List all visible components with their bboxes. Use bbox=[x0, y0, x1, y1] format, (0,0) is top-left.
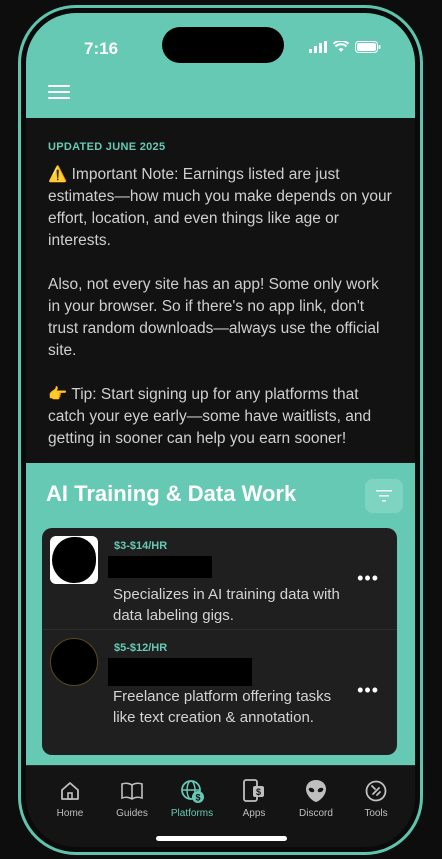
platform-logo bbox=[50, 638, 98, 686]
ai-training-section: AI Training & Data Work $3-$14/HR Specia… bbox=[26, 463, 415, 765]
platform-name-redacted bbox=[108, 556, 212, 578]
screen: 7:16 UPDATED JUNE 2025 ⚠️ Important Note… bbox=[26, 13, 415, 847]
intro-notice: UPDATED JUNE 2025 ⚠️ Important Note: Ear… bbox=[26, 118, 415, 463]
home-indicator[interactable] bbox=[156, 836, 287, 841]
tab-home[interactable]: Home bbox=[40, 778, 100, 819]
phone-bezel: 7:16 UPDATED JUNE 2025 ⚠️ Important Note… bbox=[21, 8, 420, 852]
phone-frame: 7:16 UPDATED JUNE 2025 ⚠️ Important Note… bbox=[18, 5, 423, 855]
tab-tools[interactable]: Tools bbox=[346, 778, 406, 819]
tab-label: Home bbox=[56, 808, 84, 819]
wifi-icon bbox=[333, 41, 349, 52]
header-bar: 7:16 bbox=[26, 13, 415, 118]
tab-label: Platforms bbox=[170, 808, 214, 819]
platform-description: Specializes in AI training data with dat… bbox=[113, 586, 340, 624]
status-icons bbox=[309, 41, 381, 53]
platform-logo bbox=[50, 536, 98, 584]
globe-dollar-icon: $ bbox=[181, 780, 204, 803]
section-title: AI Training & Data Work bbox=[46, 481, 297, 506]
app-note: Also, not every site has an app! Some on… bbox=[48, 276, 380, 359]
signal-icon bbox=[309, 41, 327, 53]
rate-label: $5-$12/HR bbox=[114, 642, 168, 654]
tab-apps[interactable]: $ Apps bbox=[224, 778, 284, 819]
battery-icon bbox=[355, 41, 381, 53]
status-time: 7:16 bbox=[84, 39, 119, 58]
tab-discord[interactable]: Discord bbox=[286, 778, 346, 819]
tools-icon bbox=[365, 780, 387, 802]
updated-label: UPDATED JUNE 2025 bbox=[48, 141, 166, 153]
platform-list: $3-$14/HR Specializes in AI training dat… bbox=[42, 528, 397, 755]
bottom-tab-bar: Home Guides $ Platforms $ Apps Discord T… bbox=[26, 765, 415, 847]
hamburger-icon[interactable] bbox=[48, 85, 70, 103]
dynamic-island bbox=[162, 27, 284, 63]
phone-dollar-icon: $ bbox=[243, 779, 264, 802]
more-options-icon[interactable]: ••• bbox=[357, 680, 379, 701]
tab-label: Guides bbox=[116, 808, 148, 819]
svg-text:$: $ bbox=[256, 787, 261, 797]
filter-icon bbox=[376, 490, 392, 502]
tab-label: Apps bbox=[242, 808, 266, 819]
list-item[interactable]: $5-$12/HR Freelance platform offering ta… bbox=[42, 630, 397, 755]
tab-label: Discord bbox=[299, 808, 333, 819]
important-note: ⚠️ Important Note: Earnings listed are j… bbox=[48, 166, 392, 249]
platform-description: Freelance platform offering tasks like t… bbox=[113, 688, 332, 726]
book-icon bbox=[121, 782, 143, 800]
platform-name-redacted bbox=[108, 658, 252, 686]
tip-note: 👉 Tip: Start signing up for any platform… bbox=[48, 386, 372, 447]
rate-label: $3-$14/HR bbox=[114, 540, 168, 552]
svg-text:$: $ bbox=[195, 793, 200, 803]
tab-guides[interactable]: Guides bbox=[102, 778, 162, 819]
list-item[interactable]: $3-$14/HR Specializes in AI training dat… bbox=[42, 528, 397, 630]
more-options-icon[interactable]: ••• bbox=[357, 568, 379, 589]
home-icon bbox=[61, 782, 79, 800]
tab-label: Tools bbox=[364, 808, 388, 819]
alien-icon bbox=[306, 780, 326, 802]
filter-button[interactable] bbox=[365, 479, 403, 513]
tab-platforms[interactable]: $ Platforms bbox=[162, 778, 222, 819]
